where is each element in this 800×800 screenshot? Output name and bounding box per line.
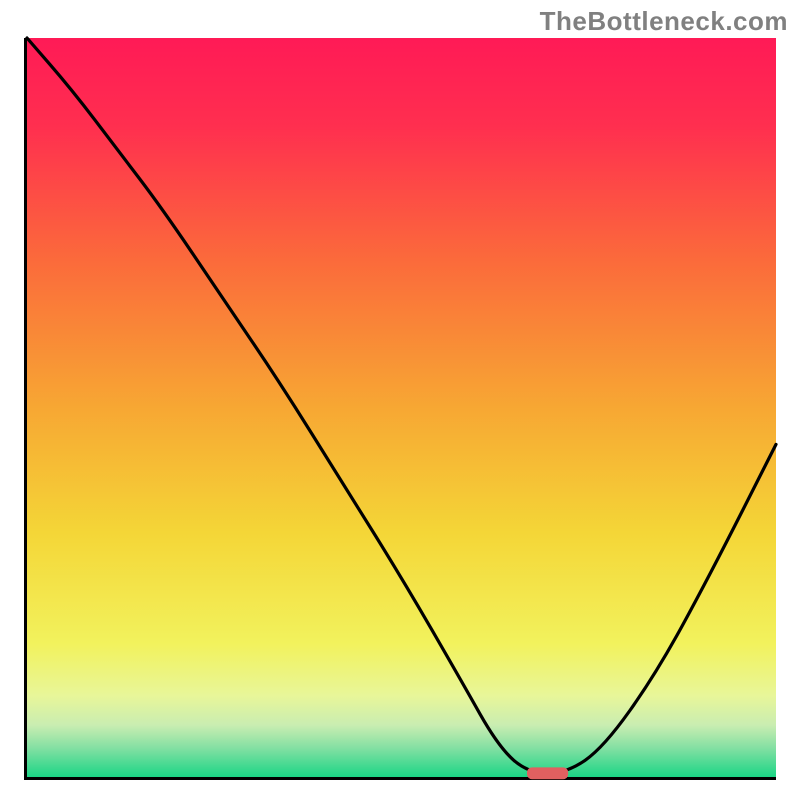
chart-container: TheBottleneck.com: [0, 0, 800, 800]
plot-area: [24, 38, 776, 780]
optimum-marker: [527, 767, 568, 779]
bottleneck-curve: [27, 38, 776, 773]
curve-layer: [27, 38, 776, 777]
watermark-text: TheBottleneck.com: [540, 6, 788, 37]
